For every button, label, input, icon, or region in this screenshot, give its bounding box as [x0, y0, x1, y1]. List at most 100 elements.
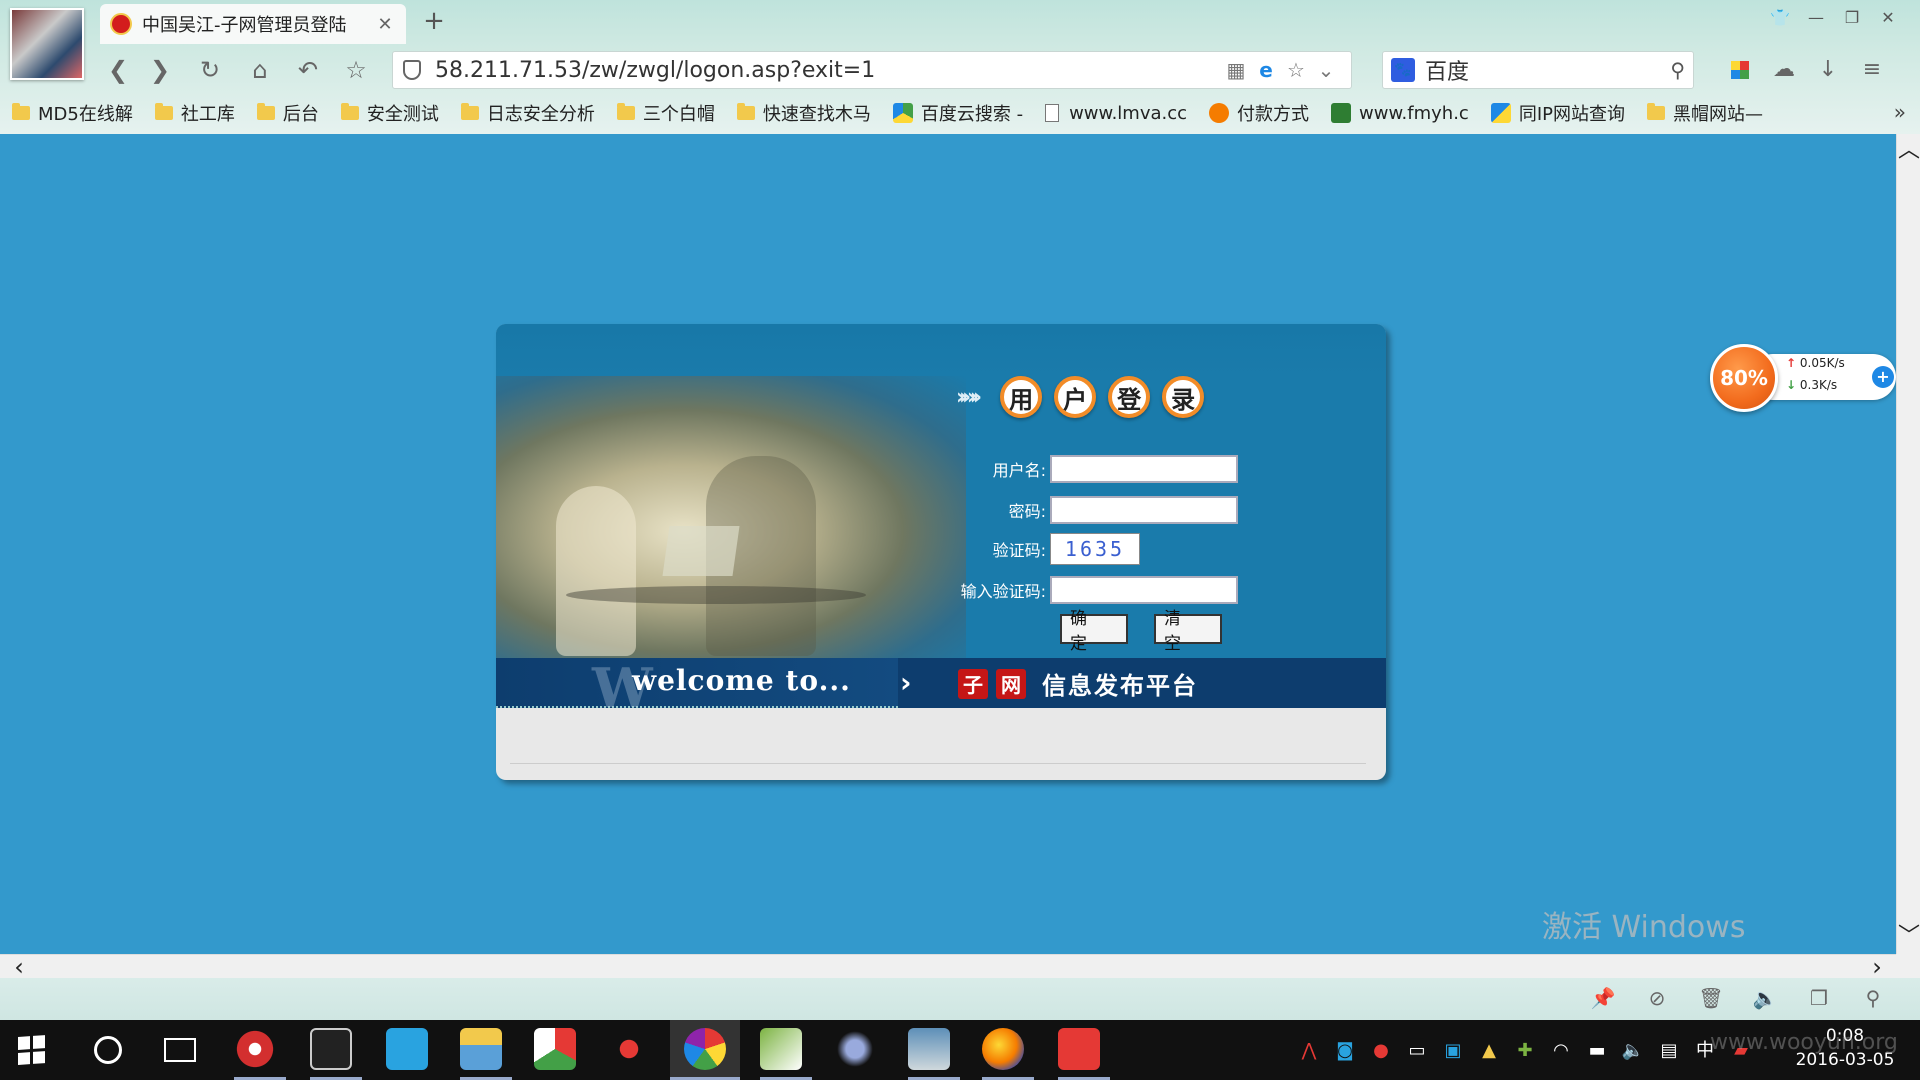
qr-code-icon[interactable]: ▦ — [1221, 58, 1251, 82]
bookmark-payment[interactable]: 付款方式 — [1209, 100, 1309, 126]
cortana-search-icon[interactable] — [94, 1036, 122, 1064]
orange-icon — [1209, 103, 1230, 123]
captcha-input[interactable] — [1050, 576, 1238, 604]
accelerate-icon[interactable]: ⊘ — [1630, 986, 1684, 1012]
folder-icon — [460, 103, 479, 120]
search-icon[interactable]: ⚲ — [1670, 58, 1685, 82]
restore-icon[interactable]: ❐ — [1834, 6, 1870, 30]
bookmark-log-analysis[interactable]: 日志安全分析 — [460, 100, 595, 126]
platform-text: 信息发布平台 — [1042, 672, 1198, 700]
volume-icon[interactable]: 🔈 — [1620, 1038, 1646, 1064]
minimize-icon[interactable]: — — [1798, 6, 1834, 30]
battery-icon[interactable]: ▬ — [1584, 1038, 1610, 1064]
password-input[interactable] — [1050, 496, 1238, 524]
tray-network-tool-icon[interactable]: ▣ — [1440, 1038, 1466, 1064]
boost-plus-icon[interactable]: + — [1872, 366, 1894, 388]
download-icon[interactable]: ↓ — [1806, 54, 1850, 86]
captcha-label: 验证码: — [992, 541, 1046, 560]
search-box[interactable]: 🐾 百度 ⚲ — [1382, 51, 1694, 89]
clear-button[interactable]: 清 空 — [1154, 609, 1222, 654]
browser-app-icon[interactable] — [684, 1028, 726, 1070]
wifi-icon[interactable]: ◠ — [1548, 1038, 1574, 1064]
baidu-paw-icon[interactable]: 🐾 — [1391, 58, 1415, 82]
bookmark-three-whitehats[interactable]: 三个白帽 — [616, 100, 715, 126]
welcome-banner: W welcome to... › 子 网 信息发布平台 — [496, 656, 1386, 720]
bookmark-security-test[interactable]: 安全测试 — [340, 100, 439, 126]
security-shield-icon[interactable] — [403, 60, 421, 80]
antivirus-app-icon[interactable] — [234, 1028, 276, 1070]
window-mode-icon[interactable]: ❐ — [1792, 986, 1846, 1012]
undo-close-icon[interactable]: ↶ — [292, 54, 324, 86]
page-viewport: ››› ››› 用 户 登 录 用户名: 密码: 验证码: 1635 输入验证码… — [0, 134, 1896, 979]
bookmark-social-db[interactable]: 社工库 — [154, 100, 235, 126]
tray-antivirus-icon[interactable]: ● — [1368, 1038, 1394, 1064]
tray-app-icon[interactable]: ▲ — [1476, 1038, 1502, 1064]
horizontal-scrollbar[interactable]: ‹ › — [0, 953, 1896, 981]
notepad-app-icon[interactable] — [760, 1028, 802, 1070]
memory-usage-badge[interactable]: 80% — [1710, 344, 1778, 412]
forward-icon[interactable]: ❯ — [144, 54, 176, 86]
username-input[interactable] — [1050, 455, 1238, 483]
menu-icon[interactable]: ≡ — [1850, 54, 1894, 86]
activation-title: 激活 Windows — [1542, 910, 1746, 945]
tab-close-icon[interactable]: ✕ — [374, 14, 396, 35]
bookmark-star-icon[interactable]: ☆ — [1281, 58, 1311, 82]
bookmark-backend[interactable]: 后台 — [256, 100, 319, 126]
windows-start-icon[interactable] — [18, 1035, 46, 1065]
bookmark-lmva[interactable]: www.lmva.cc — [1045, 103, 1187, 124]
home-icon[interactable]: ⌂ — [244, 54, 276, 86]
bookmark-blackhat-sites[interactable]: 黑帽网站— — [1647, 100, 1763, 126]
captcha-input-label: 输入验证码: — [960, 582, 1046, 601]
address-bar[interactable]: 58.211.71.53/zw/zwgl/logon.asp?exit=1 ▦ … — [392, 51, 1352, 89]
search-engine-name[interactable]: 百度 — [1425, 54, 1670, 86]
ie-mode-icon[interactable]: e — [1251, 58, 1281, 82]
up-arrow-icon: ↑ — [1786, 356, 1797, 370]
bookmark-trojan-finder[interactable]: 快速查找木马 — [736, 100, 871, 126]
trash-icon[interactable]: 🗑 — [1684, 986, 1738, 1012]
apps-grid-icon[interactable] — [1718, 54, 1762, 86]
reload-icon[interactable]: ↻ — [194, 54, 226, 86]
tool-app-icon[interactable] — [534, 1028, 576, 1070]
favorite-star-icon[interactable]: ☆ — [340, 54, 372, 86]
messenger-app-icon[interactable] — [386, 1028, 428, 1070]
scroll-down-icon[interactable]: ﹀ — [1897, 922, 1920, 952]
folder-icon — [616, 103, 635, 120]
bookmark-fmyh[interactable]: www.fmyh.c — [1331, 103, 1469, 124]
task-view-icon[interactable] — [164, 1038, 196, 1062]
back-icon[interactable]: ❮ — [102, 54, 134, 86]
address-url[interactable]: 58.211.71.53/zw/zwgl/logon.asp?exit=1 — [435, 58, 1221, 83]
browser-tab-active[interactable]: 中国吴江-子网管理员登陆 ✕ — [100, 4, 406, 44]
eye-app-icon[interactable] — [834, 1028, 876, 1070]
scroll-left-icon[interactable]: ‹ — [4, 953, 34, 981]
bookmark-baidu-cloud-search[interactable]: 百度云搜索 - — [892, 100, 1023, 126]
tray-monitor-icon[interactable]: ▭ — [1404, 1038, 1430, 1064]
scroll-right-icon[interactable]: › — [1862, 953, 1892, 981]
image-app-icon[interactable] — [908, 1028, 950, 1070]
browser-chrome: 中国吴江-子网管理员登陆 ✕ + 👕 — ❐ ✕ ❮ ❯ ↻ ⌂ ↶ ☆ 58.… — [0, 0, 1920, 134]
bookmarks-overflow-icon[interactable]: » — [1894, 100, 1906, 124]
network-speed-widget[interactable]: 80% ↑ 0.05K/s ↓ 0.3K/s + — [1710, 344, 1896, 412]
dropdown-chevron-icon[interactable]: ⌄ — [1311, 58, 1341, 82]
tray-plus-icon[interactable]: ✚ — [1512, 1038, 1538, 1064]
skin-icon[interactable]: 👕 — [1762, 6, 1798, 30]
pdf-reader-app-icon[interactable] — [1058, 1028, 1100, 1070]
tray-chart-icon[interactable]: ⋀ — [1296, 1038, 1322, 1064]
bookmark-same-ip-query[interactable]: 同IP网站查询 — [1490, 100, 1625, 126]
tray-messenger-icon[interactable]: ◙ — [1332, 1038, 1358, 1064]
cloud-icon[interactable]: ☁ — [1762, 54, 1806, 86]
new-tab-icon[interactable]: + — [420, 8, 448, 36]
scroll-up-icon[interactable]: ︿ — [1897, 136, 1920, 166]
vertical-scrollbar[interactable]: ︿ ﹀ — [1896, 134, 1920, 954]
close-window-icon[interactable]: ✕ — [1870, 6, 1906, 30]
terminal-app-icon[interactable] — [310, 1028, 352, 1070]
sound-icon[interactable]: 🔈 — [1738, 986, 1792, 1012]
captcha-image[interactable]: 1635 — [1050, 533, 1140, 565]
bookmark-md5[interactable]: MD5在线解 — [12, 100, 133, 126]
pin-icon[interactable]: 📌 — [1576, 986, 1630, 1012]
notification-icon[interactable]: ▤ — [1656, 1038, 1682, 1064]
zoom-icon[interactable]: ⚲ — [1846, 986, 1900, 1012]
confirm-button[interactable]: 确 定 — [1060, 609, 1128, 654]
firefox-app-icon[interactable] — [982, 1028, 1024, 1070]
file-explorer-icon[interactable] — [460, 1028, 502, 1070]
red-spider-app-icon[interactable] — [608, 1028, 650, 1070]
